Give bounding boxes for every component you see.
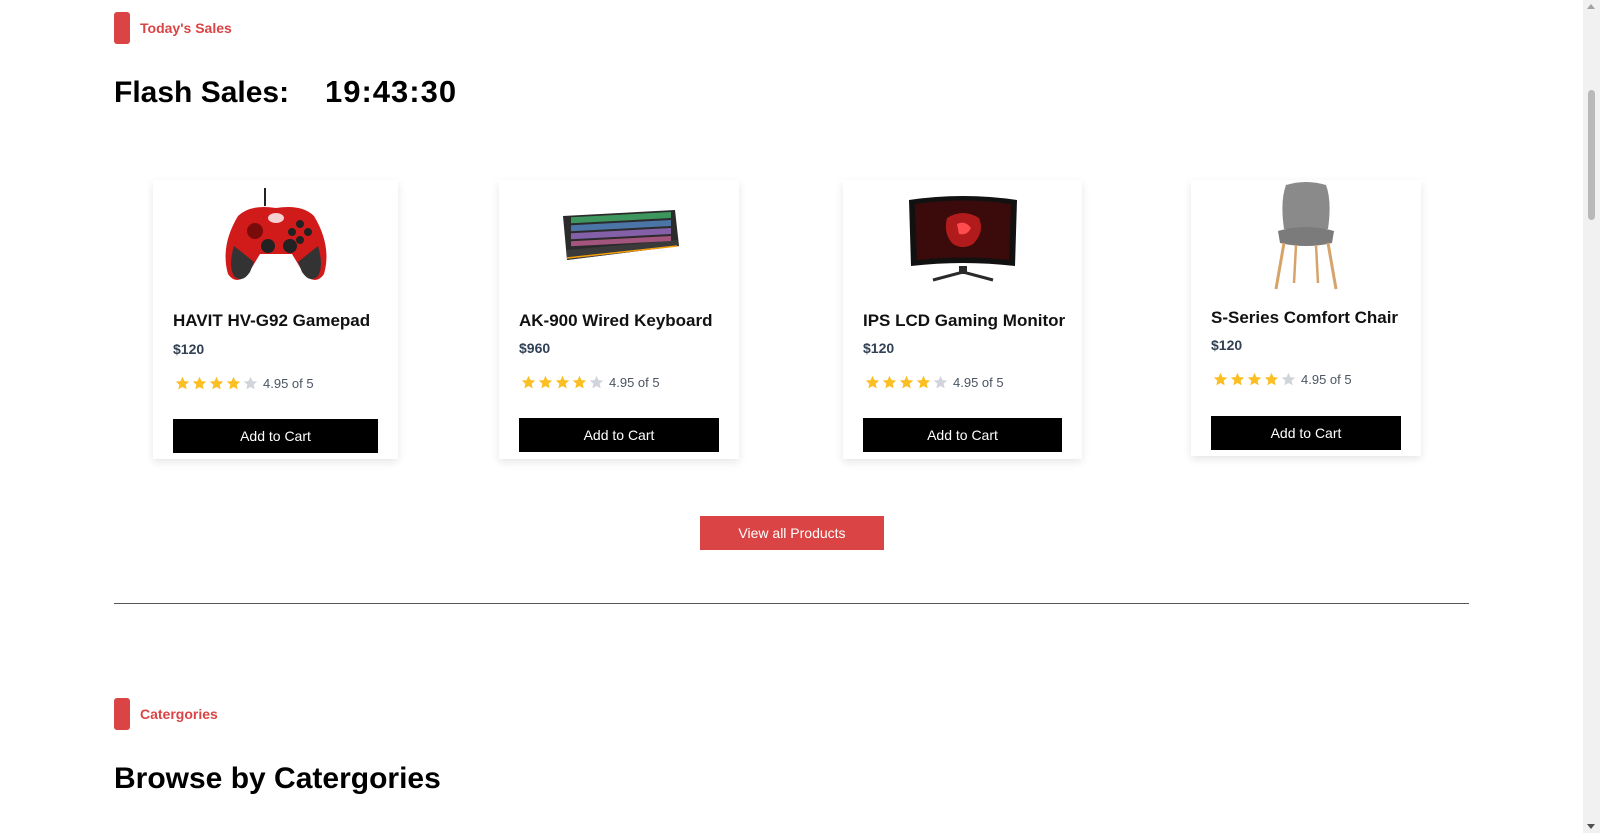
star-empty-icon (243, 376, 258, 390)
star-icon (916, 375, 931, 389)
star-empty-icon (933, 375, 948, 389)
product-name[interactable]: HAVIT HV-G92 Gamepad (173, 311, 370, 331)
product-card[interactable]: S-Series Comfort Chair $120 4.95 of 5 Ad… (1191, 180, 1421, 456)
star-icon (882, 375, 897, 389)
section-tag-today: Today's Sales (114, 12, 232, 44)
monitor-icon (908, 196, 1017, 282)
scroll-down-arrow-icon[interactable] (1587, 824, 1595, 829)
product-card[interactable]: IPS LCD Gaming Monitor $120 4.95 of 5 Ad… (843, 180, 1082, 459)
product-rating: 4.95 of 5 (865, 375, 1004, 390)
rating-text: 4.95 of 5 (609, 375, 660, 390)
star-empty-icon (1281, 372, 1296, 386)
section-tag-categories: Catergories (114, 698, 218, 730)
star-icon (1230, 372, 1245, 386)
tag-marker (114, 12, 130, 44)
keyboard-icon (563, 210, 679, 260)
product-rating: 4.95 of 5 (521, 375, 660, 390)
product-card[interactable]: HAVIT HV-G92 Gamepad $120 4.95 of 5 Add … (153, 180, 398, 459)
vertical-scrollbar[interactable] (1583, 0, 1600, 833)
star-icon (538, 375, 553, 389)
product-name[interactable]: AK-900 Wired Keyboard (519, 311, 713, 331)
star-icon (865, 375, 880, 389)
product-name[interactable]: IPS LCD Gaming Monitor (863, 311, 1065, 331)
section-tag-label: Catergories (140, 706, 218, 722)
star-icon (175, 376, 190, 390)
add-to-cart-button[interactable]: Add to Cart (863, 418, 1062, 452)
gamepad-icon (225, 188, 326, 280)
product-price: $960 (519, 340, 551, 356)
product-image[interactable] (843, 180, 1082, 292)
add-to-cart-button[interactable]: Add to Cart (173, 419, 378, 453)
add-to-cart-button[interactable]: Add to Cart (519, 418, 719, 452)
star-icon (555, 375, 570, 389)
tag-marker (114, 698, 130, 730)
star-empty-icon (589, 375, 604, 389)
section-divider (114, 603, 1469, 604)
star-icon (192, 376, 207, 390)
scroll-up-arrow-icon[interactable] (1587, 4, 1595, 9)
view-all-products-button[interactable]: View all Products (700, 516, 884, 550)
countdown-timer: 19:43:30 (325, 74, 458, 109)
page: Today's Sales Flash Sales: 19:43:30 HAVI… (0, 0, 1583, 833)
star-icon (209, 376, 224, 390)
product-image[interactable] (153, 180, 398, 292)
product-rating: 4.95 of 5 (175, 376, 314, 391)
product-card[interactable]: AK-900 Wired Keyboard $960 4.95 of 5 Add… (499, 180, 739, 459)
product-rating: 4.95 of 5 (1213, 372, 1352, 387)
section-tag-label: Today's Sales (140, 20, 232, 36)
categories-title: Browse by Catergories (114, 762, 441, 795)
rating-text: 4.95 of 5 (263, 376, 314, 391)
star-icon (521, 375, 536, 389)
star-icon (572, 375, 587, 389)
star-icon (899, 375, 914, 389)
star-icon (226, 376, 241, 390)
flash-sales-title: Flash Sales: (114, 76, 290, 109)
product-name[interactable]: S-Series Comfort Chair (1211, 308, 1398, 328)
rating-text: 4.95 of 5 (953, 375, 1004, 390)
product-image[interactable] (1191, 180, 1421, 292)
add-to-cart-button[interactable]: Add to Cart (1211, 416, 1401, 450)
scroll-thumb[interactable] (1588, 90, 1595, 220)
product-image[interactable] (499, 180, 739, 292)
product-price: $120 (173, 341, 205, 357)
star-icon (1247, 372, 1262, 386)
product-price: $120 (1211, 337, 1243, 353)
chair-icon (1274, 182, 1338, 290)
star-icon (1264, 372, 1279, 386)
star-icon (1213, 372, 1228, 386)
product-price: $120 (863, 340, 895, 356)
rating-text: 4.95 of 5 (1301, 372, 1352, 387)
